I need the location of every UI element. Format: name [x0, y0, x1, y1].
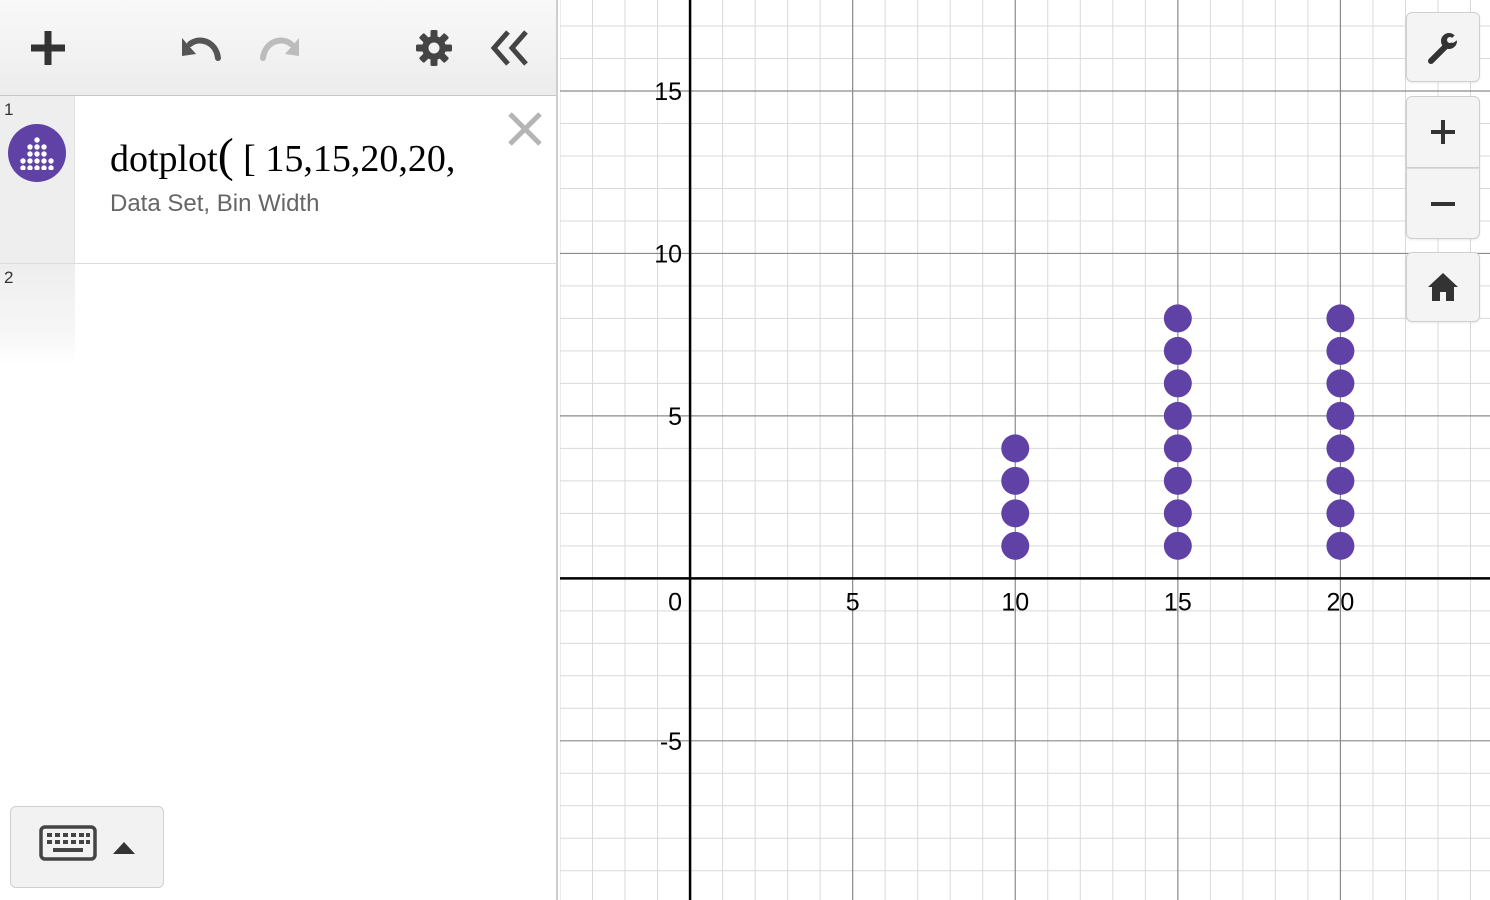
- zoom-in-button[interactable]: [1406, 96, 1480, 168]
- data-point: [1163, 466, 1192, 495]
- gear-icon: [416, 30, 452, 66]
- settings-button[interactable]: [410, 24, 458, 72]
- expression-gutter: 1: [0, 96, 75, 263]
- keyboard-toggle-button[interactable]: [10, 806, 164, 888]
- expression-index: 2: [4, 268, 14, 287]
- tick-labels: 5 10 15 20 15 10 5 -5 0: [654, 78, 1354, 756]
- data-point: [1326, 369, 1355, 398]
- zoom-out-icon: [1431, 201, 1455, 206]
- dotplot-icon[interactable]: [8, 124, 66, 182]
- data-point: [1163, 336, 1192, 365]
- y-tick-label: 5: [668, 403, 682, 431]
- redo-icon: [260, 37, 299, 61]
- zoom-in-icon: [1431, 120, 1455, 144]
- add-item-button[interactable]: [24, 24, 72, 72]
- data-point: [1326, 434, 1355, 463]
- expression-panel: 1 dotplot( [ 15,15,20,20, Data Set, Bin …: [0, 0, 558, 900]
- expression-input[interactable]: dotplot( [ 15,15,20,20,: [110, 126, 486, 186]
- formula-data: 15,15,20,20,: [265, 138, 456, 180]
- data-point: [1163, 304, 1192, 333]
- expression-toolbar: [0, 0, 556, 96]
- data-point: [1326, 336, 1355, 365]
- data-point: [1163, 434, 1192, 463]
- plus-icon: [31, 31, 65, 65]
- data-point: [1326, 304, 1355, 333]
- graph-paper[interactable]: 5 10 15 20 15 10 5 -5 0: [560, 0, 1490, 900]
- data-point: [1326, 401, 1355, 430]
- redo-button[interactable]: [255, 24, 303, 72]
- data-point: [1326, 466, 1355, 495]
- collapse-panel-button[interactable]: [486, 24, 534, 72]
- x-tick-label: 5: [846, 588, 860, 616]
- close-icon: [508, 112, 542, 146]
- graph-settings-button[interactable]: [1406, 12, 1480, 82]
- data-point: [1001, 434, 1030, 463]
- x-tick-label: 20: [1327, 588, 1355, 616]
- data-point: [1163, 369, 1192, 398]
- y-tick-label: -5: [660, 728, 682, 756]
- empty-expression-item[interactable]: 2: [0, 264, 556, 364]
- dotplot-glyph: [20, 137, 54, 170]
- wrench-icon: [1428, 31, 1459, 64]
- data-point: [1326, 499, 1355, 528]
- undo-button[interactable]: [178, 24, 226, 72]
- keyboard-icon: [39, 825, 97, 861]
- caret-up-icon: [113, 842, 135, 854]
- data-point: [1163, 401, 1192, 430]
- home-icon: [1428, 273, 1458, 301]
- x-tick-label: 10: [1001, 588, 1029, 616]
- origin-label: 0: [668, 588, 682, 616]
- zoom-out-button[interactable]: [1406, 168, 1480, 239]
- data-point: [1001, 466, 1030, 495]
- formula-function: dotplot: [110, 138, 218, 180]
- data-point: [1001, 499, 1030, 528]
- undo-icon: [182, 37, 221, 61]
- open-bracket: [: [233, 138, 266, 180]
- data-point: [1163, 499, 1192, 528]
- x-tick-label: 15: [1164, 588, 1192, 616]
- y-tick-label: 10: [654, 240, 682, 268]
- expression-item[interactable]: 1 dotplot( [ 15,15,20,20, Data Set, Bin …: [0, 96, 556, 264]
- expression-index: 1: [4, 100, 14, 119]
- data-point: [1001, 531, 1030, 560]
- data-point: [1163, 531, 1192, 560]
- double-chevron-left-icon: [490, 30, 528, 66]
- y-tick-label: 15: [654, 78, 682, 106]
- delete-expression-button[interactable]: [506, 110, 544, 148]
- open-paren: (: [217, 129, 234, 182]
- argument-hint: Data Set, Bin Width: [110, 190, 320, 217]
- default-viewport-button[interactable]: [1406, 252, 1480, 322]
- data-point: [1326, 531, 1355, 560]
- expression-gutter: 2: [0, 264, 75, 364]
